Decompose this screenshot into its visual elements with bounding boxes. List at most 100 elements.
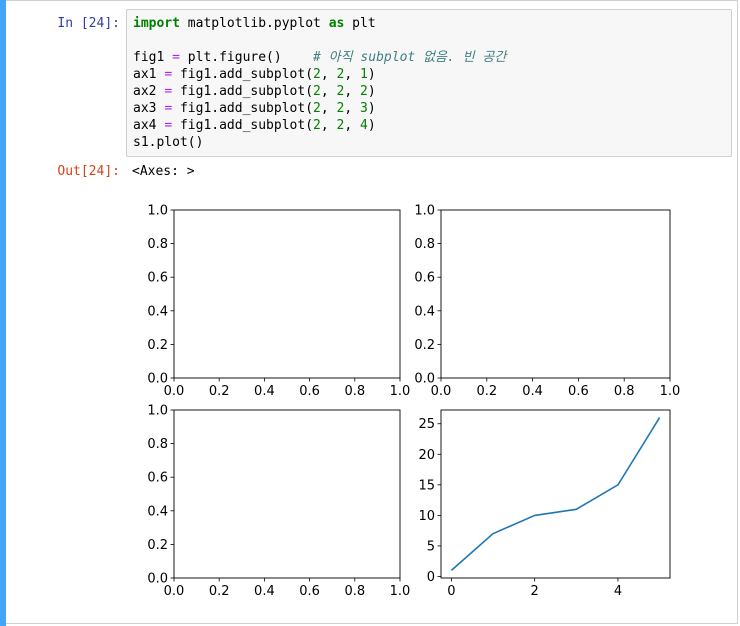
- x-tick-label: 0.8: [344, 584, 365, 599]
- code-text: ): [367, 67, 376, 82]
- code-text: ax1: [133, 67, 165, 82]
- y-tick-label: 0.6: [414, 271, 435, 286]
- number: 1: [360, 67, 368, 82]
- code-editor[interactable]: import matplotlib.pyplot as plt fig1 = p…: [126, 9, 732, 157]
- y-tick-label: 1.0: [414, 204, 435, 219]
- code-text: ax2: [133, 84, 165, 99]
- y-tick-label: 0.6: [147, 271, 168, 286]
- code-text: ,: [320, 84, 337, 99]
- x-tick-label: 0.6: [568, 384, 589, 399]
- code-text: ,: [344, 118, 360, 133]
- x-tick-label: 0.4: [254, 384, 275, 399]
- code-text: ,: [320, 67, 337, 82]
- y-tick-label: 0.8: [147, 237, 168, 252]
- number: 2: [360, 84, 368, 99]
- y-tick-label: 0.8: [147, 437, 168, 452]
- code-text: fig1: [133, 50, 173, 65]
- y-tick-label: 15: [418, 478, 435, 493]
- y-tick-label: 5: [427, 539, 435, 554]
- y-tick-label: 20: [418, 448, 435, 463]
- y-tick-label: 0.4: [414, 304, 435, 319]
- code-line-4: ax2 = fig1.add_subplot(2, 2, 2): [133, 83, 376, 100]
- x-tick-label: 0.6: [299, 584, 320, 599]
- x-tick-label: 0.4: [522, 384, 543, 399]
- number: 2: [313, 101, 321, 116]
- code-text: fig1.add_subplot(: [172, 118, 314, 133]
- code-text: matplotlib.pyplot: [179, 16, 329, 31]
- x-tick-label: 0.4: [254, 584, 275, 599]
- y-tick-label: 0.6: [147, 471, 168, 486]
- code-text: ,: [320, 101, 337, 116]
- y-tick-label: 0.0: [147, 372, 168, 387]
- x-tick-label: 0.8: [344, 384, 365, 399]
- operator: =: [164, 67, 173, 82]
- code-line-1: import matplotlib.pyplot as plt: [133, 15, 376, 32]
- code-comment: # 아직 subplot 없음. 빈 공간: [313, 50, 507, 65]
- axes-frame: [440, 209, 671, 379]
- code-line-3: ax1 = fig1.add_subplot(2, 2, 1): [133, 66, 376, 83]
- x-tick-label: 0.2: [209, 584, 230, 599]
- code-text: ,: [344, 84, 360, 99]
- axes-frame: [173, 209, 401, 379]
- keyword: import: [133, 16, 180, 31]
- y-tick-label: 0: [427, 570, 435, 585]
- y-tick-label: 0.8: [414, 237, 435, 252]
- x-tick-label: 1.0: [390, 584, 411, 599]
- code-line-7: s1.plot(): [133, 135, 204, 150]
- cell-selection-bar: [0, 0, 6, 626]
- operator: =: [164, 101, 173, 116]
- operator: =: [172, 50, 180, 65]
- x-tick-label: 0.6: [299, 384, 320, 399]
- series-line-3-0: [450, 417, 661, 571]
- y-tick-label: 1.0: [147, 404, 168, 419]
- operator: =: [164, 118, 173, 133]
- number: 3: [360, 101, 368, 116]
- y-tick-label: 0.0: [147, 572, 168, 587]
- code-text: plt: [344, 16, 376, 31]
- input-prompt: In [24]:: [57, 16, 120, 31]
- keyword: as: [328, 16, 345, 31]
- y-tick-label: 10: [418, 509, 435, 524]
- output-text: <Axes: >: [132, 164, 195, 179]
- y-tick-label: 0.4: [147, 304, 168, 319]
- y-tick-label: 0.2: [147, 338, 168, 353]
- y-tick-label: 0.2: [147, 538, 168, 553]
- x-tick-label: 1.0: [390, 384, 411, 399]
- code-line-2: fig1 = plt.figure() # 아직 subplot 없음. 빈 공…: [133, 49, 506, 66]
- code-text: ): [367, 84, 376, 99]
- code-text: fig1.add_subplot(: [172, 67, 314, 82]
- y-tick-label: 0.4: [147, 504, 168, 519]
- x-tick-label: 0: [447, 584, 455, 599]
- code-text: ): [367, 101, 376, 116]
- code-text: ,: [320, 118, 337, 133]
- axes-frame: [173, 409, 401, 579]
- x-tick-label: 1.0: [660, 384, 681, 399]
- code-text: ): [367, 118, 376, 133]
- number: 2: [313, 67, 321, 82]
- number: 2: [313, 118, 321, 133]
- output-prompt: Out[24]:: [57, 164, 120, 179]
- code-text: fig1.add_subplot(: [172, 84, 314, 99]
- code-text: ax4: [133, 118, 165, 133]
- figure-output: 0.0 0.2 0.4 0.6 0.8 1.00.00.20.40.60.81.00.0 0…: [147, 204, 681, 600]
- y-tick-label: 25: [418, 417, 435, 432]
- y-tick-label: 0.0: [414, 372, 435, 387]
- code-text: ,: [344, 101, 360, 116]
- x-tick-label: 0.2: [476, 384, 497, 399]
- x-tick-label: 2: [531, 584, 539, 599]
- y-tick-label: 0.2: [414, 338, 435, 353]
- code-text: ,: [344, 67, 360, 82]
- code-line-5: ax3 = fig1.add_subplot(2, 2, 3): [133, 100, 376, 117]
- code-line-6: ax4 = fig1.add_subplot(2, 2, 4): [133, 117, 376, 134]
- number: 2: [313, 84, 321, 99]
- x-tick-label: 0.2: [209, 384, 230, 399]
- operator: =: [164, 84, 173, 99]
- x-tick-label: 4: [614, 584, 622, 599]
- number: 4: [360, 118, 368, 133]
- code-text: plt.figure(): [179, 50, 314, 65]
- axes-frame: [440, 409, 671, 579]
- x-tick-label: 0.8: [614, 384, 635, 399]
- code-text: fig1.add_subplot(: [172, 101, 314, 116]
- y-tick-label: 1.0: [147, 204, 168, 219]
- code-text: ax3: [133, 101, 165, 116]
